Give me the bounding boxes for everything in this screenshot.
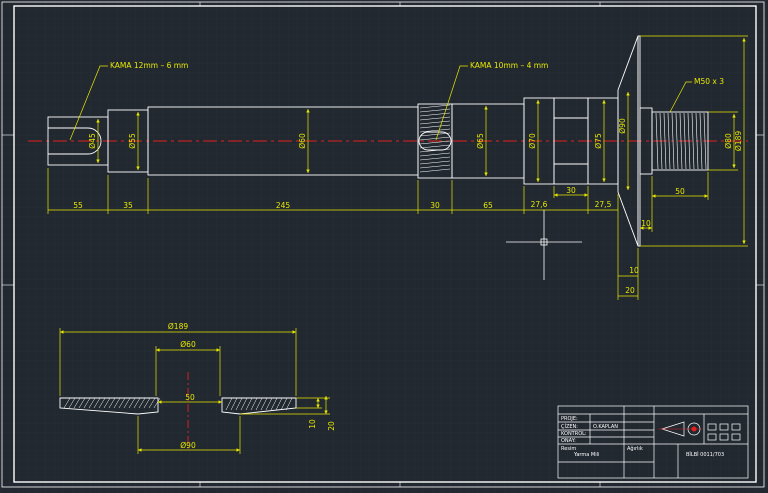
dim-l20: 20: [625, 286, 635, 295]
dim-l276a: 27,6: [531, 200, 548, 209]
dim-l10b: 10: [629, 266, 639, 275]
dim-d80: Ø80: [724, 133, 733, 149]
title-cizen-name: O.KAPLAN: [593, 424, 618, 430]
dim-l30a: 30: [430, 201, 440, 210]
title-kontrol-label: KONTROL:: [561, 431, 587, 437]
kama-10mm-annotation: KAMA 10mm – 4 mm: [470, 61, 548, 70]
title-drawing-no: BİLBİ 0011/703: [686, 451, 724, 458]
title-resim-name: Yarma Mili: [573, 452, 599, 458]
dim-d75: Ø75: [594, 133, 603, 149]
dim-d90: Ø90: [618, 118, 627, 134]
dim-l55: 55: [73, 201, 83, 210]
section-dim-h10: 10: [308, 419, 317, 429]
background-grid: [0, 0, 768, 493]
section-dim-d90: Ø90: [180, 441, 196, 450]
title-agirlik-label: Ağırlık: [627, 445, 643, 452]
title-proje-label: PROJE:: [561, 416, 578, 422]
dim-l275: 27,5: [595, 200, 612, 209]
dim-l30b: 30: [566, 186, 576, 195]
thread-m50-annotation: M50 x 3: [694, 77, 724, 86]
section-dim-d60: Ø60: [180, 340, 196, 349]
kama-12mm-annotation: KAMA 12mm – 6 mm: [110, 61, 188, 70]
dim-l245: 245: [276, 201, 291, 210]
section-dim-h20: 20: [327, 421, 336, 431]
dim-d60: Ø60: [298, 133, 307, 149]
section-dim-w50: 50: [185, 393, 195, 402]
title-cizen-label: ÇİZEN:: [561, 423, 578, 430]
cad-drawing-canvas[interactable]: KAMA 12mm – 6 mm KAMA 10mm – 4 mm M50 x …: [0, 0, 768, 493]
title-onay-label: ONAY:: [561, 438, 576, 444]
dim-d45: Ø45: [88, 133, 97, 149]
dim-d189: Ø189: [734, 131, 743, 151]
dim-l10a: 10: [641, 219, 651, 228]
section-dim-d189: Ø189: [168, 322, 188, 331]
dim-d70: Ø70: [528, 133, 537, 149]
dim-l65: 65: [483, 201, 493, 210]
dim-l50: 50: [675, 187, 685, 196]
dim-d65: Ø65: [476, 133, 485, 149]
dim-d55: Ø55: [128, 133, 137, 149]
dim-l35: 35: [123, 201, 133, 210]
